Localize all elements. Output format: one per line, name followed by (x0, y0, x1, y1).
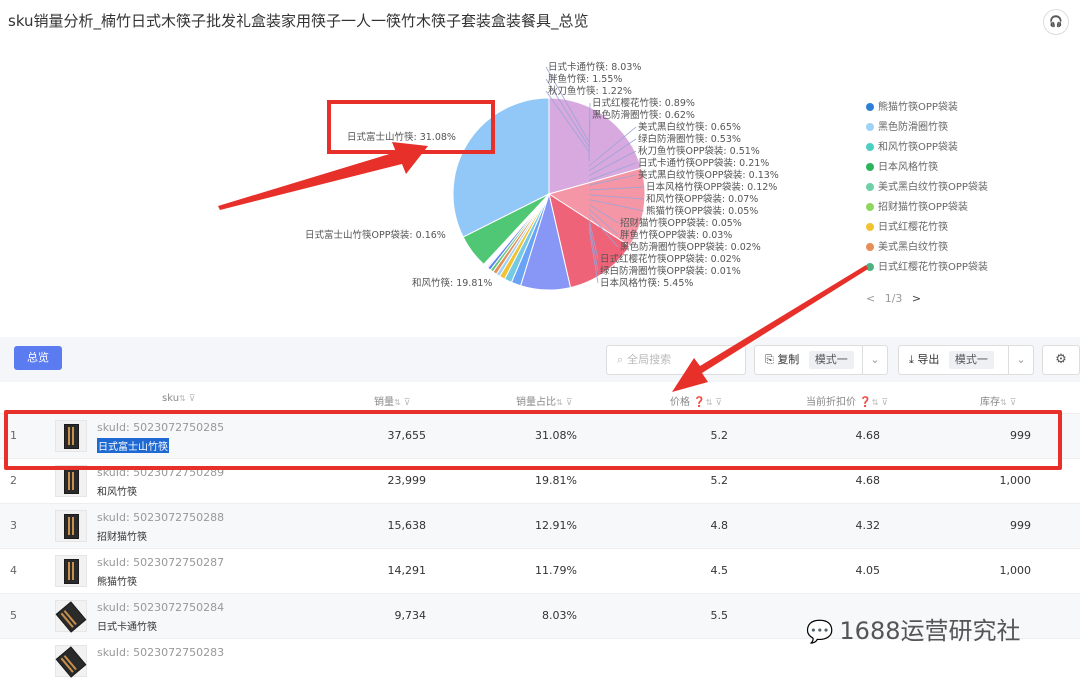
annotation-arrows (218, 142, 868, 392)
annotation-arrow-left (218, 142, 428, 210)
watermark-text: 1688运营研究社 (839, 617, 1021, 645)
annotation-arrow-right (672, 265, 868, 392)
watermark: 💬 1688运营研究社 (806, 611, 1020, 646)
wechat-icon: 💬 (806, 620, 834, 645)
